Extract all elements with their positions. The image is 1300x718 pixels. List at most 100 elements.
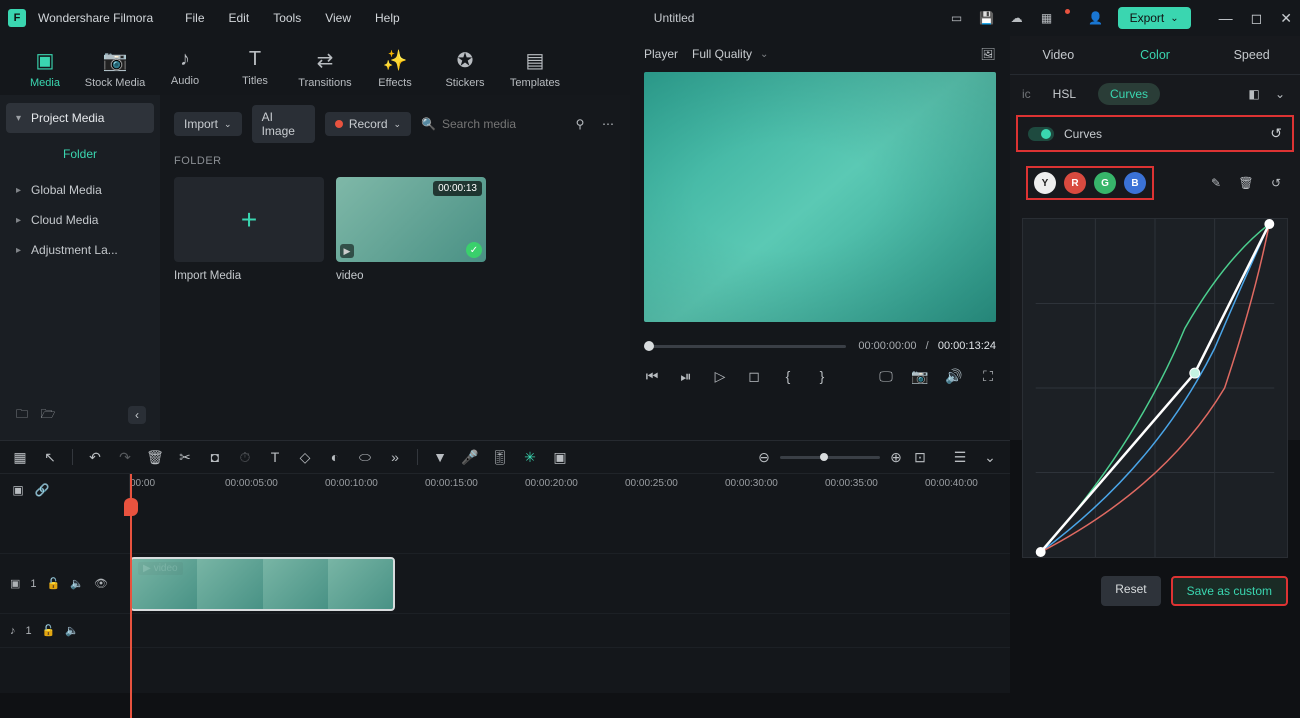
media-clip-tile[interactable]: 00:00:13 ▶ ✓ video	[336, 177, 486, 282]
track-settings-icon[interactable]: ▣	[10, 482, 26, 498]
more-tools-icon[interactable]: »	[387, 449, 403, 465]
mic-icon[interactable]: 🎤	[462, 449, 478, 465]
reset-icon[interactable]: ↺	[1268, 175, 1284, 191]
menu-tools[interactable]: Tools	[273, 11, 301, 25]
crop-icon[interactable]: ◘	[207, 449, 223, 465]
minimize-icon[interactable]: —	[1219, 10, 1233, 27]
sidebar-collapse-icon[interactable]: ‹	[128, 406, 146, 424]
speed-tool-icon[interactable]: ⏱	[237, 449, 253, 465]
reset-curves-icon[interactable]: ↺	[1270, 125, 1282, 142]
video-track-lane[interactable]: ▶video	[130, 554, 1010, 614]
sidebar-folder[interactable]: Folder	[6, 139, 154, 169]
eyedropper-icon[interactable]: ✎	[1208, 175, 1224, 191]
video-track-header[interactable]: ▣ 1 🔓 🔈 👁	[0, 554, 130, 614]
subtab-basic[interactable]: ic	[1022, 87, 1031, 101]
sidebar-global-media[interactable]: ▸Global Media	[6, 175, 154, 205]
camera-icon[interactable]: 📷	[912, 368, 928, 384]
zoom-slider[interactable]	[780, 456, 880, 459]
track-lock-icon[interactable]: 🔓	[42, 624, 56, 637]
auto-beat-icon[interactable]: ✳	[522, 449, 538, 465]
track-mute-icon[interactable]: 🔈	[70, 577, 84, 590]
close-icon[interactable]: ✕	[1280, 10, 1292, 27]
quality-dropdown[interactable]: Full Quality⌄	[692, 47, 768, 61]
delete-icon[interactable]: 🗑	[147, 449, 163, 465]
tab-color[interactable]: Color	[1107, 36, 1204, 74]
tab-templates[interactable]: ▤Templates	[500, 42, 570, 95]
render-icon[interactable]: ▣	[552, 449, 568, 465]
volume-icon[interactable]: 🔊	[946, 368, 962, 384]
tab-effects[interactable]: ✨Effects	[360, 42, 430, 95]
channel-red[interactable]: R	[1064, 172, 1086, 194]
menu-file[interactable]: File	[185, 11, 204, 25]
prev-frame-icon[interactable]: ⏮	[644, 368, 660, 384]
mixer-icon[interactable]: 🎚	[492, 449, 508, 465]
filter-icon[interactable]: ⚲	[572, 116, 588, 132]
delete-point-icon[interactable]: 🗑	[1238, 175, 1254, 191]
audio-track-header[interactable]: ♪ 1 🔓 🔈	[0, 614, 130, 648]
menu-view[interactable]: View	[325, 11, 351, 25]
menu-edit[interactable]: Edit	[229, 11, 250, 25]
cut-icon[interactable]: ✂	[177, 449, 193, 465]
channel-blue[interactable]: B	[1124, 172, 1146, 194]
search-input[interactable]	[442, 117, 562, 131]
tab-titles[interactable]: TTitles	[220, 42, 290, 95]
mark-in-icon[interactable]: {	[780, 368, 796, 384]
compare-icon[interactable]: ◧	[1246, 86, 1262, 102]
curves-graph[interactable]	[1022, 218, 1288, 558]
screen-icon[interactable]: ▭	[949, 10, 965, 26]
new-folder-icon[interactable]: 🗀	[14, 407, 30, 423]
chevron-down-icon[interactable]: ⌄	[1272, 86, 1288, 102]
import-media-tile[interactable]: + Import Media	[174, 177, 324, 282]
stop-icon[interactable]: ◻	[746, 368, 762, 384]
playhead[interactable]	[130, 474, 132, 718]
snapshot-icon[interactable]: 🖼	[980, 46, 996, 62]
fullscreen-icon[interactable]: ⛶	[980, 368, 996, 384]
save-as-custom-button[interactable]: Save as custom	[1171, 576, 1288, 606]
curves-toggle[interactable]	[1028, 127, 1054, 141]
select-tool-icon[interactable]: ↖	[42, 449, 58, 465]
track-visible-icon[interactable]: 👁	[94, 577, 108, 590]
step-back-icon[interactable]: ⏯	[678, 368, 694, 384]
track-lane-spacer[interactable]	[130, 508, 1010, 554]
scrub-track[interactable]	[644, 345, 846, 348]
export-button[interactable]: Export ⌄	[1118, 7, 1191, 29]
play-icon[interactable]: ▷	[712, 368, 728, 384]
grid-icon[interactable]: ▦	[12, 449, 28, 465]
ai-image-button[interactable]: AI Image	[252, 105, 315, 143]
sidebar-project-media[interactable]: ▾Project Media	[6, 103, 154, 133]
tab-stickers[interactable]: ✪Stickers	[430, 42, 500, 95]
sidebar-adjustment-layer[interactable]: ▸Adjustment La...	[6, 235, 154, 265]
link-icon[interactable]: 🔗	[34, 482, 50, 498]
channel-luma[interactable]: Y	[1034, 172, 1056, 194]
search-field[interactable]: 🔍	[421, 117, 562, 131]
subtab-curves[interactable]: Curves	[1098, 83, 1160, 105]
maximize-icon[interactable]: ◻	[1251, 10, 1263, 27]
audio-track-lane[interactable]	[130, 614, 1010, 648]
user-icon[interactable]: 👤	[1088, 10, 1104, 26]
track-mute-icon[interactable]: 🔈	[65, 624, 79, 637]
more-icon[interactable]: ⋯	[600, 116, 616, 132]
record-button[interactable]: Record⌄	[325, 112, 411, 136]
text-tool-icon[interactable]: T	[267, 449, 283, 465]
save-icon[interactable]: 💾	[979, 10, 995, 26]
cloud-icon[interactable]: ☁	[1009, 10, 1025, 26]
redo-icon[interactable]: ↷	[117, 449, 133, 465]
marker-tool-icon[interactable]: ▼	[432, 449, 448, 465]
channel-green[interactable]: G	[1094, 172, 1116, 194]
display-icon[interactable]: 🖵	[878, 368, 894, 384]
tab-speed[interactable]: Speed	[1203, 36, 1300, 74]
mark-out-icon[interactable]: }	[814, 368, 830, 384]
zoom-fit-icon[interactable]: ⊡	[912, 449, 928, 465]
new-bin-icon[interactable]: 🗁	[40, 407, 56, 423]
tab-audio[interactable]: ♪Audio	[150, 42, 220, 95]
timeline-clip[interactable]: ▶video	[130, 557, 395, 611]
video-preview[interactable]	[644, 72, 996, 322]
undo-icon[interactable]: ↶	[87, 449, 103, 465]
tab-stock-media[interactable]: 📷Stock Media	[80, 42, 150, 95]
track-lock-icon[interactable]: 🔓	[47, 577, 61, 590]
menu-help[interactable]: Help	[375, 11, 400, 25]
color-tool-icon[interactable]: ◐	[327, 449, 343, 465]
zoom-in-icon[interactable]: ⊕	[888, 449, 904, 465]
list-view-icon[interactable]: ☰	[952, 449, 968, 465]
tab-transitions[interactable]: ⇄Transitions	[290, 42, 360, 95]
